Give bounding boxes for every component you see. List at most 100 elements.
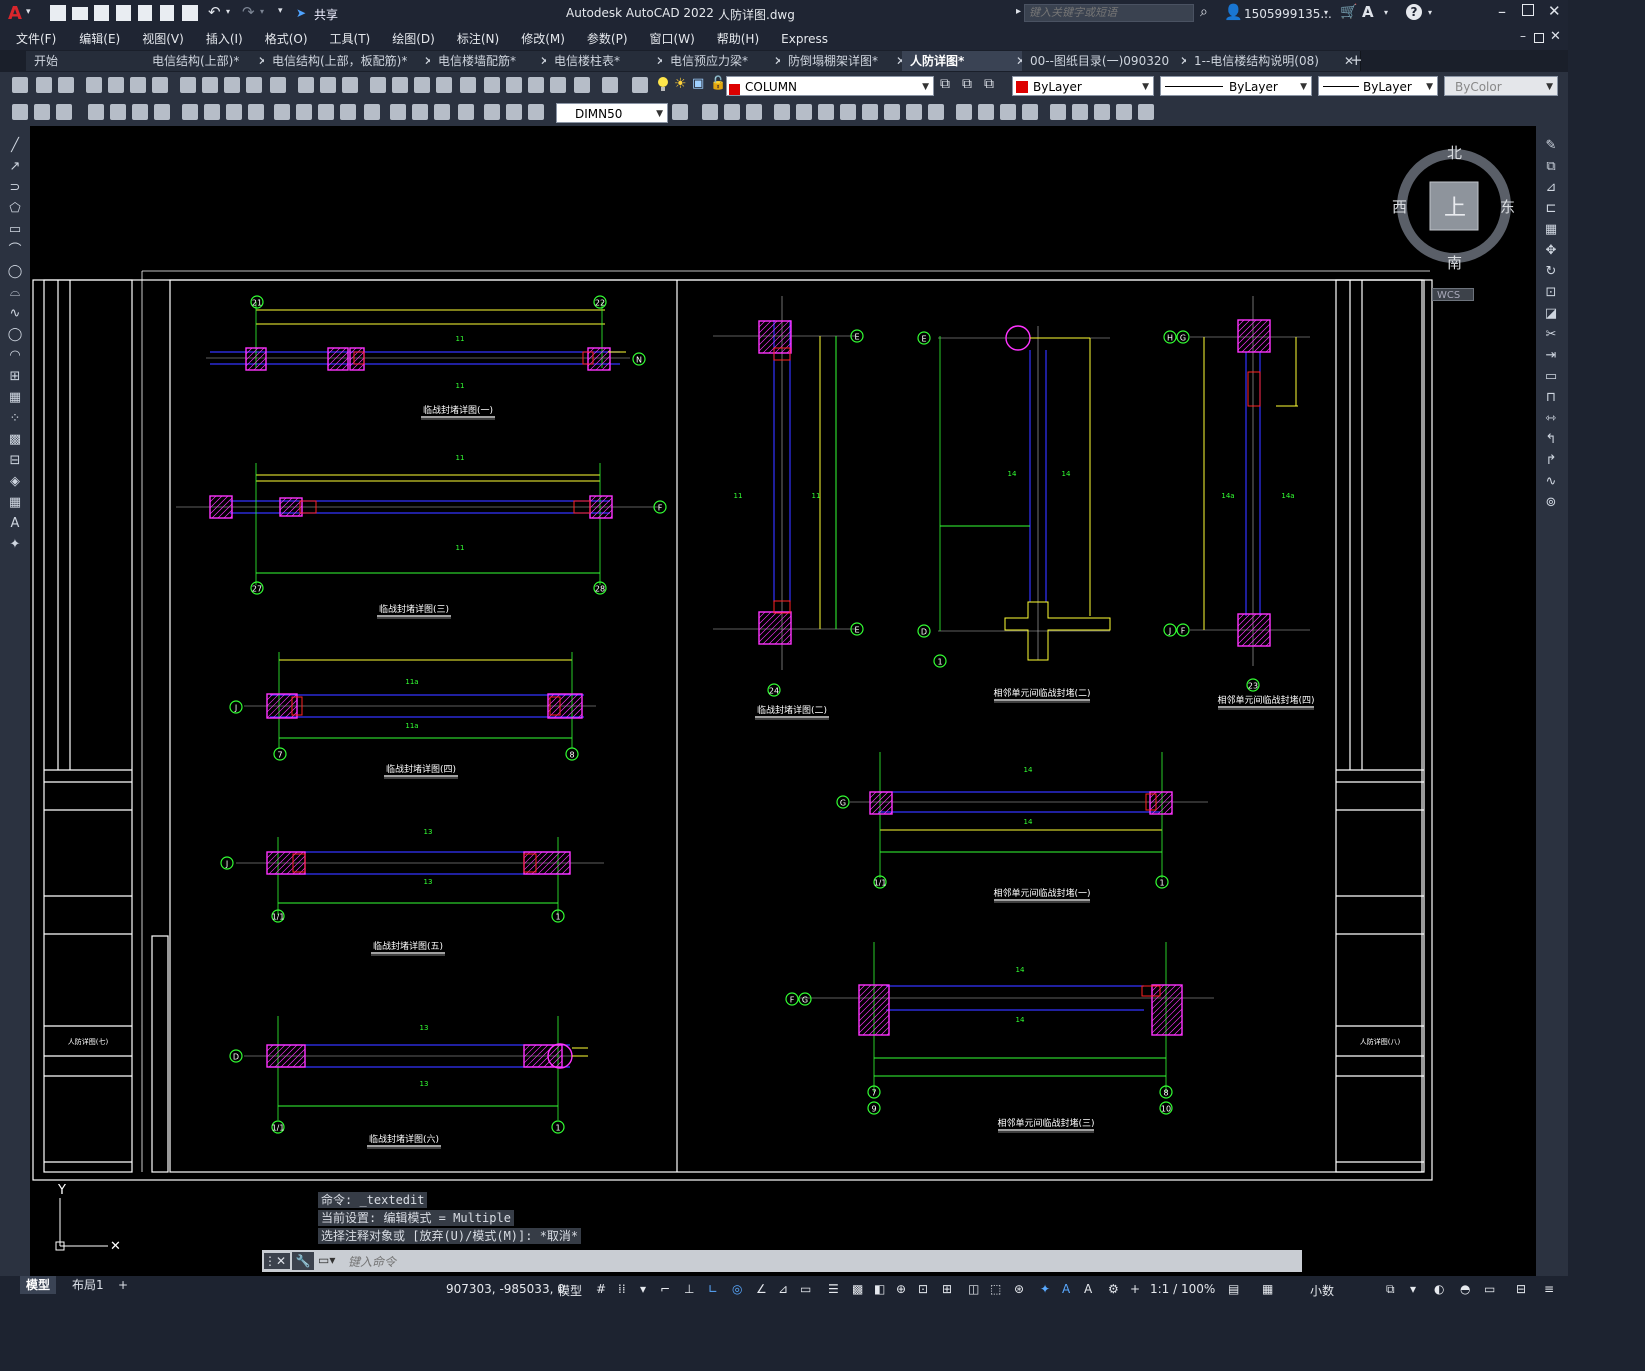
draw-tool-icon[interactable]: ⌒ (6, 243, 24, 259)
app-menu-chevron-icon[interactable]: ▾ (26, 7, 31, 17)
command-customize-icon[interactable]: 🔧 (292, 1252, 314, 1270)
modify2-tool-icon[interactable] (724, 104, 740, 120)
draw-tool-icon[interactable]: ▩ (6, 432, 24, 448)
standard-tool-icon[interactable] (270, 77, 286, 93)
new-tab-icon[interactable]: + (1350, 51, 1363, 69)
menu-item[interactable]: Express (770, 28, 839, 50)
undo-dropdown-icon[interactable]: ▾ (226, 7, 230, 16)
command-close-icon[interactable]: ⋮✕ (264, 1253, 290, 1269)
menu-item[interactable]: 绘图(D) (381, 28, 446, 50)
standard-tool-icon[interactable] (506, 77, 522, 93)
dimension-tool-icon[interactable] (274, 104, 290, 120)
status-toggle-icon[interactable]: ⧉ (1386, 1282, 1395, 1297)
dimension-tool-icon[interactable] (34, 104, 50, 120)
modify2-tool-icon[interactable] (746, 104, 762, 120)
layout-tab-model[interactable]: 模型 (20, 1276, 57, 1294)
standard-tool-icon[interactable] (550, 77, 566, 93)
modify2-tool-icon[interactable] (796, 104, 812, 120)
standard-tool-icon[interactable] (152, 77, 168, 93)
lineweight-dropdown[interactable]: ByLayer ▼ (1318, 76, 1438, 96)
layer-viewport-icon[interactable]: ▣ (692, 76, 704, 91)
draw-tool-icon[interactable]: ▭ (6, 222, 24, 238)
modify-tool-icon[interactable]: ∿ (1542, 474, 1560, 490)
modify-tool-icon[interactable]: ✂ (1542, 327, 1560, 343)
modify2-tool-icon[interactable] (928, 104, 944, 120)
redo-dropdown-icon[interactable]: ▾ (260, 7, 264, 16)
modify-tool-icon[interactable]: ⧉ (1542, 159, 1560, 175)
minimize-icon[interactable]: – (1498, 2, 1506, 21)
modify-tool-icon[interactable]: ⊏ (1542, 201, 1560, 217)
layer-previous-icon[interactable]: ⧉ (984, 76, 994, 92)
tab-4[interactable]: 电信楼柱表* ✕ (546, 51, 673, 71)
user-name[interactable]: 1505999135... (1244, 7, 1332, 21)
standard-tool-icon[interactable] (202, 77, 218, 93)
modify2-tool-icon[interactable] (884, 104, 900, 120)
standard-tool-icon[interactable] (574, 77, 590, 93)
draw-tool-icon[interactable]: ∿ (6, 306, 24, 322)
draw-tool-icon[interactable]: ⬠ (6, 201, 24, 217)
status-toggle-icon[interactable]: ▩ (852, 1282, 863, 1296)
status-toggle-icon[interactable]: ⊥ (684, 1282, 694, 1296)
viewcube-east[interactable]: 东 (1500, 196, 1515, 217)
layout-tab-layout1[interactable]: 布局1 (66, 1276, 110, 1294)
status-toggle-icon[interactable]: ◧ (874, 1282, 885, 1296)
modify2-tool-icon[interactable] (956, 104, 972, 120)
dimension-tool-icon[interactable] (182, 104, 198, 120)
viewcube-south[interactable]: 南 (1447, 252, 1462, 273)
draw-tool-icon[interactable]: ◯ (6, 264, 24, 280)
undo-icon[interactable]: ↶ (208, 3, 221, 21)
help-dropdown-icon[interactable]: ▾ (1428, 8, 1432, 17)
status-toggle-icon[interactable]: ⊡ (918, 1282, 928, 1296)
coordinates-readout[interactable]: 907303, -985033, 0 (446, 1282, 565, 1296)
standard-tool-icon[interactable] (320, 77, 336, 93)
modify2-tool-icon[interactable] (906, 104, 922, 120)
standard-tool-icon[interactable] (224, 77, 240, 93)
app-store-dropdown-icon[interactable]: ▾ (1384, 8, 1388, 17)
dimension-tool-icon[interactable] (12, 104, 28, 120)
web-open-icon[interactable] (138, 5, 152, 21)
drawing-svg[interactable]: 21 22N1111临战封堵详图(一)F27 281111临战封堵详图(三)J7 81… (30, 126, 1536, 1276)
draw-tool-icon[interactable]: ▦ (6, 390, 24, 406)
dimension-tool-icon[interactable] (318, 104, 334, 120)
modify2-tool-icon[interactable] (1072, 104, 1088, 120)
user-dropdown-icon[interactable]: ▾ (1324, 8, 1328, 17)
dimension-tool-icon[interactable] (458, 104, 474, 120)
menu-item[interactable]: 插入(I) (195, 28, 254, 50)
viewcube-north[interactable]: 北 (1447, 142, 1462, 163)
status-toggle-icon[interactable]: ▾ (640, 1282, 646, 1296)
status-toggle-icon[interactable]: ⬚ (990, 1282, 1001, 1296)
make-current-layer-icon[interactable]: ⧉ (940, 76, 950, 92)
draw-tool-icon[interactable]: ◯ (6, 327, 24, 343)
menu-item[interactable]: 文件(F) (8, 28, 68, 50)
standard-tool-icon[interactable] (436, 77, 452, 93)
draw-tool-icon[interactable]: ⁘ (6, 411, 24, 427)
modify-tool-icon[interactable]: ⊡ (1542, 285, 1560, 301)
share-button[interactable]: 共享 (314, 6, 338, 23)
drawing-canvas[interactable]: 21 22 N 11 11 临战封堵详图(一) F 27 28 11 11 临战封堵详图(三) J 7 8 1… (30, 126, 1536, 1276)
standard-tool-icon[interactable] (12, 77, 28, 93)
draw-tool-icon[interactable]: ▦ (6, 495, 24, 511)
maximize-icon[interactable] (1522, 4, 1534, 16)
layer-match-icon[interactable]: ⧉ (962, 76, 972, 92)
doc-restore-icon[interactable] (1534, 33, 1544, 43)
status-toggle-icon[interactable]: ▭ (1484, 1282, 1495, 1296)
draw-tool-icon[interactable]: ╱ (6, 138, 24, 154)
user-icon[interactable]: 👤 (1224, 3, 1243, 21)
standard-tool-icon[interactable] (58, 77, 74, 93)
status-toggle-icon[interactable]: ⌐ (660, 1282, 670, 1296)
status-toggle-icon[interactable]: A (1084, 1282, 1092, 1296)
menu-item[interactable]: 标注(N) (446, 28, 510, 50)
modify-tool-icon[interactable]: ◪ (1542, 306, 1560, 322)
draw-tool-icon[interactable]: ⊞ (6, 369, 24, 385)
tab-9[interactable]: 1--电信楼结构说明(08) ✕ (1186, 51, 1361, 71)
annotation-scale[interactable]: 1:1 / 100% (1150, 1282, 1215, 1296)
tab-1[interactable]: 电信结构(上部)* ✕ (144, 51, 275, 71)
wcs-menu[interactable]: WCS (1432, 288, 1474, 301)
standard-tool-icon[interactable] (86, 77, 102, 93)
menu-item[interactable]: 工具(T) (319, 28, 382, 50)
dimension-tool-icon[interactable] (528, 104, 544, 120)
status-toggle-icon[interactable]: ◎ (732, 1282, 742, 1296)
modify2-tool-icon[interactable] (1094, 104, 1110, 120)
standard-tool-icon[interactable] (130, 77, 146, 93)
modify-tool-icon[interactable]: ⊓ (1542, 390, 1560, 406)
